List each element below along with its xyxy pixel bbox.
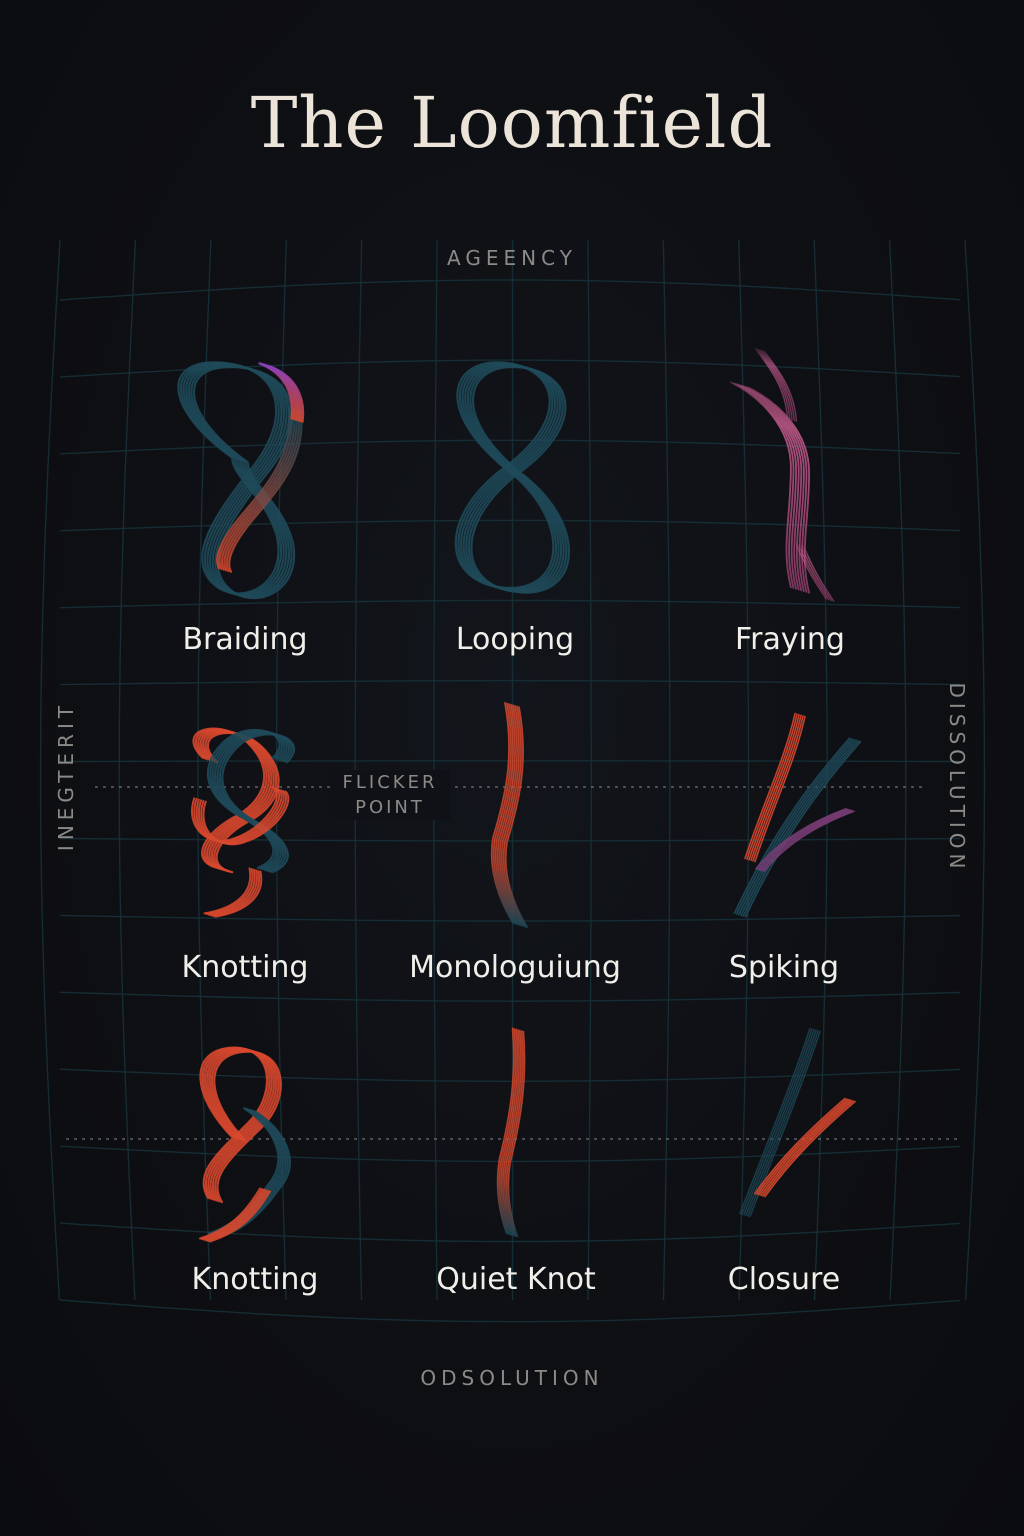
cell-label-knotting-1: Knotting bbox=[181, 950, 309, 985]
cell-label-looping: Looping bbox=[455, 622, 575, 657]
cell-label-monologuiung: Monologuiung bbox=[409, 950, 621, 985]
page-title: The Loomfield bbox=[250, 82, 774, 164]
grid-line-vertical bbox=[662, 239, 671, 1301]
grid-line-vertical bbox=[118, 239, 137, 1301]
cell-label-fraying: Fraying bbox=[735, 622, 845, 657]
flicker-point-line-2: POINT bbox=[355, 797, 425, 818]
flicker-point-label: FLICKER POINT bbox=[330, 770, 450, 820]
braided-figure-eight-icon bbox=[177, 361, 305, 599]
pretzel-knot-icon bbox=[191, 727, 296, 918]
grid-line-horizontal bbox=[59, 1299, 961, 1323]
grid-line-horizontal bbox=[59, 1068, 961, 1082]
grid-line-vertical bbox=[888, 239, 907, 1301]
grid-line-horizontal bbox=[59, 519, 961, 532]
cell-label-braiding: Braiding bbox=[182, 622, 308, 657]
loomfield-canvas: The Loomfield AGEENCY ODSOLUTION INEGTER… bbox=[0, 0, 1024, 1536]
axis-label-right: DISSOLUTION bbox=[945, 682, 969, 874]
flicker-point-line-1: FLICKER bbox=[342, 772, 438, 793]
grid-line-horizontal bbox=[59, 439, 961, 455]
closing-strands-icon bbox=[739, 1027, 856, 1218]
spike-strands-icon bbox=[733, 712, 862, 918]
axis-label-top: AGEENCY bbox=[447, 246, 577, 270]
warped-grid bbox=[39, 239, 986, 1323]
axis-label-left: INEGTERIT bbox=[54, 700, 78, 852]
grid-line-horizontal bbox=[59, 837, 961, 842]
axis-label-bottom: ODSOLUTION bbox=[420, 1366, 604, 1390]
grid-line-horizontal bbox=[59, 679, 961, 686]
cell-label-knotting-2: Knotting bbox=[191, 1262, 319, 1297]
grid-line-horizontal bbox=[59, 279, 961, 301]
grid-line-vertical bbox=[587, 239, 592, 1301]
quiet-strand-icon bbox=[496, 1027, 526, 1238]
single-strand-icon bbox=[490, 702, 528, 928]
grid-line-vertical bbox=[738, 239, 750, 1301]
cell-label-closure: Closure bbox=[727, 1262, 841, 1297]
cell-label-spiking: Spiking bbox=[728, 950, 840, 985]
cell-label-quiet-knot: Quiet Knot bbox=[436, 1262, 596, 1297]
